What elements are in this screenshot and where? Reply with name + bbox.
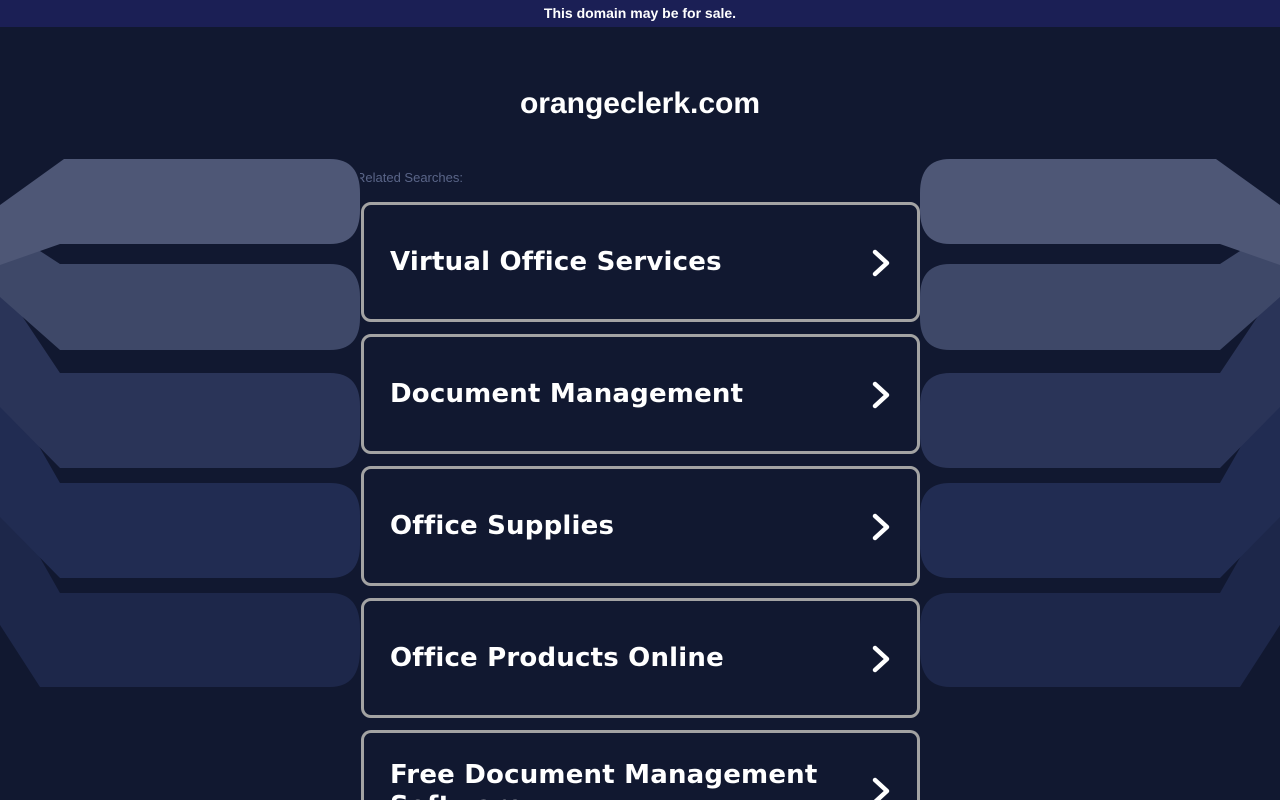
left-stripes [0, 159, 360, 687]
related-search-label: Document Management [390, 378, 744, 409]
related-search-tile[interactable]: Free Document Management Software [361, 730, 920, 800]
related-search-tile[interactable]: Document Management [361, 334, 920, 454]
right-stripes [920, 159, 1280, 687]
related-search-tile[interactable]: Office Supplies [361, 466, 920, 586]
related-search-label: Office Supplies [390, 510, 615, 541]
chevron-right-icon [872, 777, 890, 800]
related-searches-label: Related Searches: [360, 170, 463, 185]
related-search-label: Virtual Office Services [390, 246, 722, 277]
related-search-label: Free Document Management Software [390, 760, 818, 800]
chevron-right-icon [872, 513, 890, 541]
chevron-right-icon [872, 381, 890, 409]
chevron-right-icon [872, 249, 890, 277]
related-search-tile[interactable]: Office Products Online [361, 598, 920, 718]
related-search-tile[interactable]: Virtual Office Services [361, 202, 920, 322]
chevron-right-icon [872, 645, 890, 673]
related-search-label: Office Products Online [390, 642, 724, 673]
